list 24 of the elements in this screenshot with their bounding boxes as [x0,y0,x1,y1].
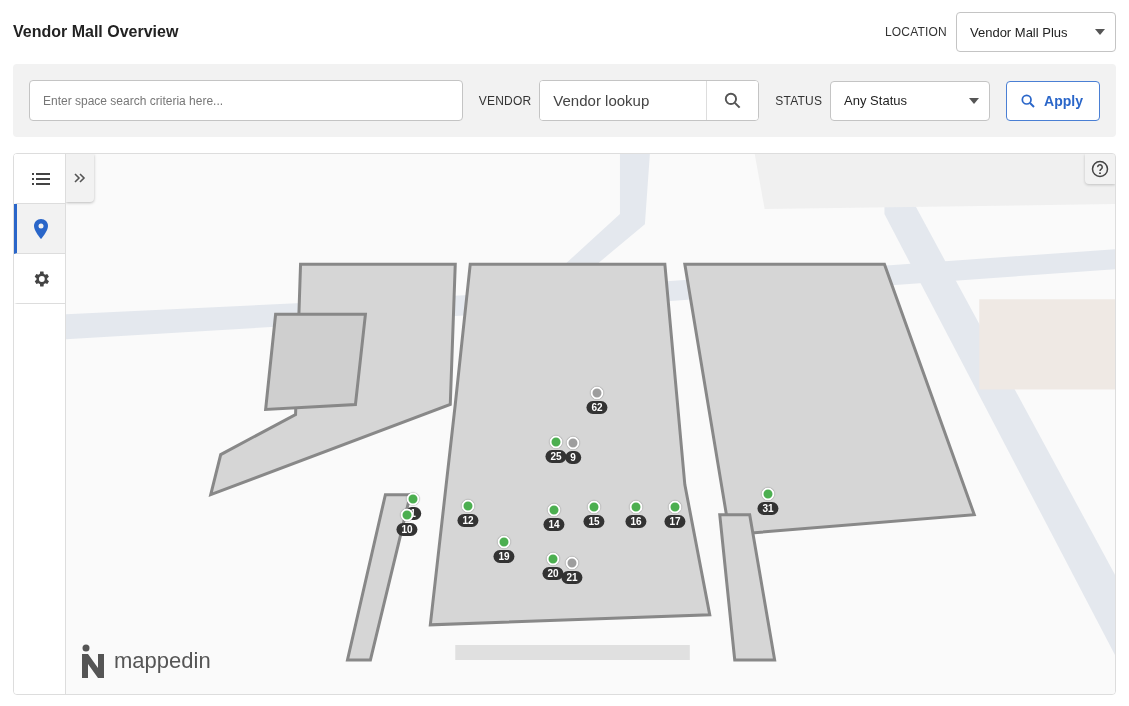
logo-icon [82,644,104,678]
location-pin-icon [34,218,48,239]
side-tab[interactable] [14,204,65,254]
chevrons-right-icon [74,173,86,183]
caret-icon [969,97,980,104]
space-search-field[interactable]: Enter space search criteria here... [29,80,463,121]
pin-label: 21 [561,571,583,584]
search-button[interactable] [706,81,759,120]
caret-icon [1095,29,1105,35]
location-select[interactable]: Vendor Mall Plus [956,12,1116,52]
side-tab[interactable] [14,154,65,204]
vendor-label: VENDOR [478,93,532,108]
status-select[interactable]: Any Status [830,80,991,121]
map-logo-text: mappedin [114,648,211,674]
vendor-lookup-field[interactable]: Vendor lookup [539,80,760,121]
apply-button[interactable]: Apply [1006,80,1100,121]
help-icon [1091,160,1109,178]
status-label: STATUS [775,93,823,108]
search-icon [723,91,743,110]
location-label: LOCATION [884,25,947,39]
page-title: Vendor Mall Overview [13,23,179,41]
list-icon [32,171,50,186]
help-button[interactable] [1085,154,1115,184]
search-icon [1020,92,1037,109]
